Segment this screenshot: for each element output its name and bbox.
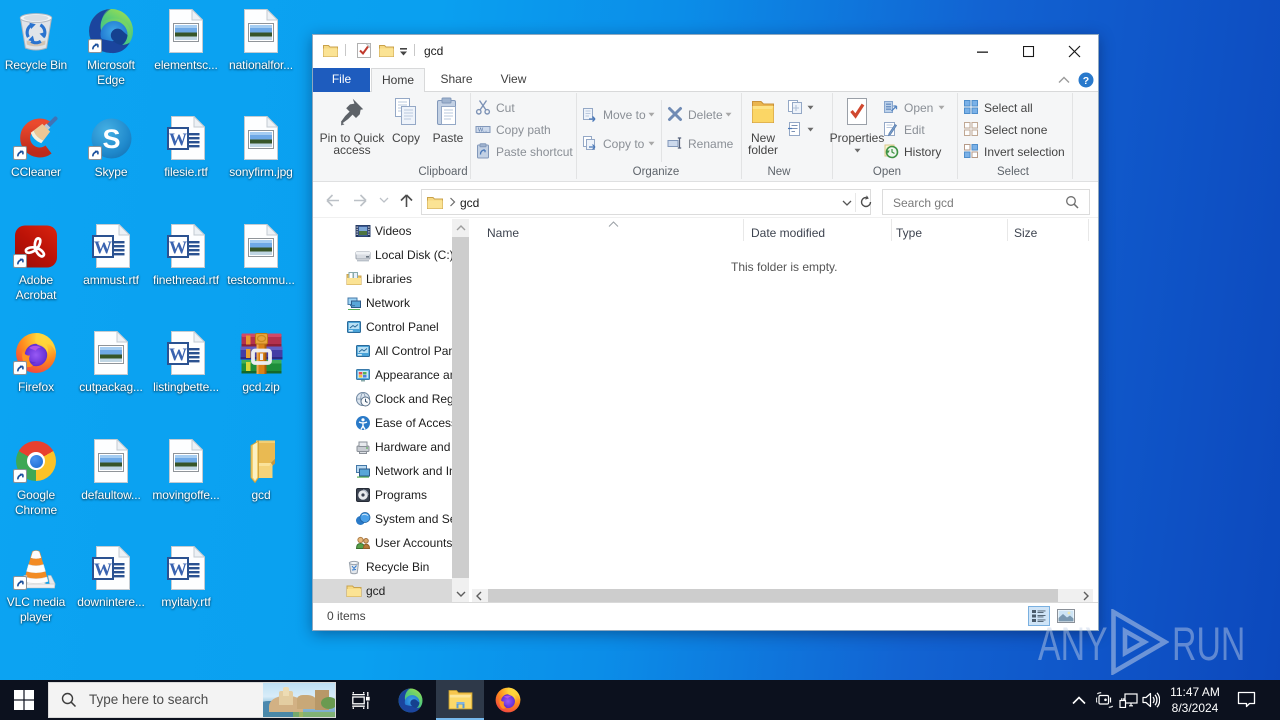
svg-text:W: W	[94, 238, 112, 258]
svg-text:W: W	[169, 130, 187, 150]
svg-text:W...: W...	[478, 127, 488, 133]
svg-text:W: W	[169, 560, 187, 580]
svg-text:W: W	[169, 238, 187, 258]
svg-text:W: W	[169, 345, 187, 365]
svg-text:W: W	[94, 560, 112, 580]
svg-text:S: S	[102, 124, 120, 154]
svg-text:?: ?	[1083, 75, 1089, 87]
